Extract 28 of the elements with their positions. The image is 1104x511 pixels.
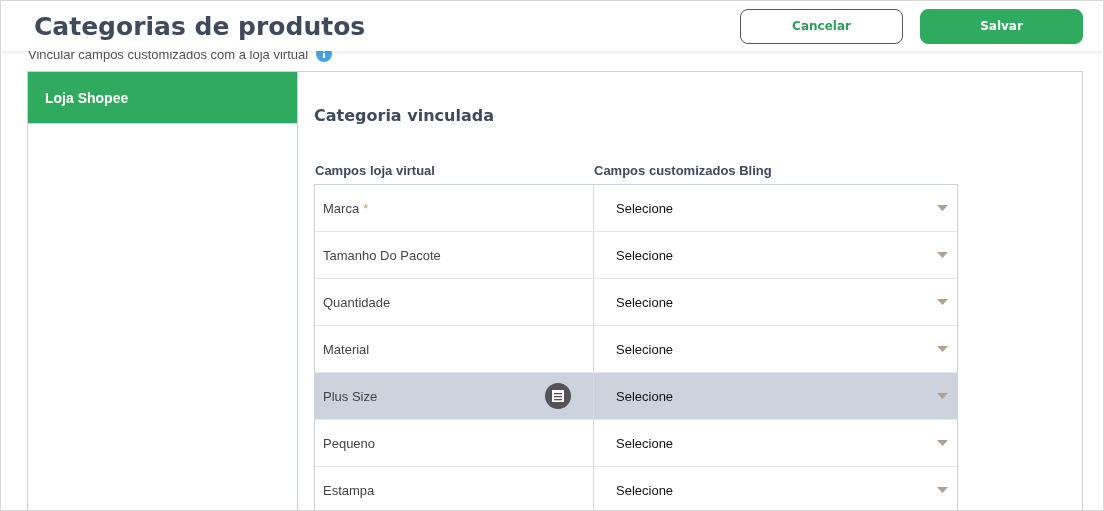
required-mark: * bbox=[363, 200, 369, 216]
field-label: Plus Size bbox=[323, 388, 378, 404]
column-header: Campos customizados Bling bbox=[594, 163, 772, 178]
field-label: Marca bbox=[323, 200, 360, 216]
field-label: Estampa bbox=[323, 482, 375, 498]
select-field[interactable]: Selecione bbox=[594, 373, 957, 419]
select-field[interactable]: Selecione bbox=[594, 326, 957, 372]
column-header: Campos loja virtual bbox=[314, 163, 436, 178]
caret-icon bbox=[937, 299, 948, 305]
field-label: Material bbox=[323, 341, 370, 357]
list-icon[interactable] bbox=[545, 383, 571, 409]
field-label: Tamanho Do Pacote bbox=[323, 247, 441, 263]
caret-icon bbox=[937, 440, 948, 446]
caret-icon bbox=[937, 487, 948, 493]
select-field[interactable]: Selecione bbox=[594, 279, 957, 325]
caret-icon bbox=[937, 346, 948, 352]
caret-icon bbox=[937, 205, 948, 211]
subtitle: Vincular campos customizados com a loja virtual bbox=[28, 46, 309, 62]
section-title: Categoria vinculada bbox=[314, 106, 495, 125]
select-field[interactable]: Selecione bbox=[594, 232, 957, 278]
field-label: Quantidade bbox=[323, 294, 391, 310]
caret-icon bbox=[937, 252, 948, 258]
select-field[interactable]: Selecione bbox=[594, 467, 957, 510]
page-title: Categorias de produtos bbox=[34, 11, 366, 41]
caret-icon bbox=[937, 393, 948, 399]
select-field[interactable]: Selecione bbox=[594, 420, 957, 466]
select-field[interactable]: Selecione bbox=[594, 185, 957, 231]
field-label: Pequeno bbox=[323, 435, 376, 451]
